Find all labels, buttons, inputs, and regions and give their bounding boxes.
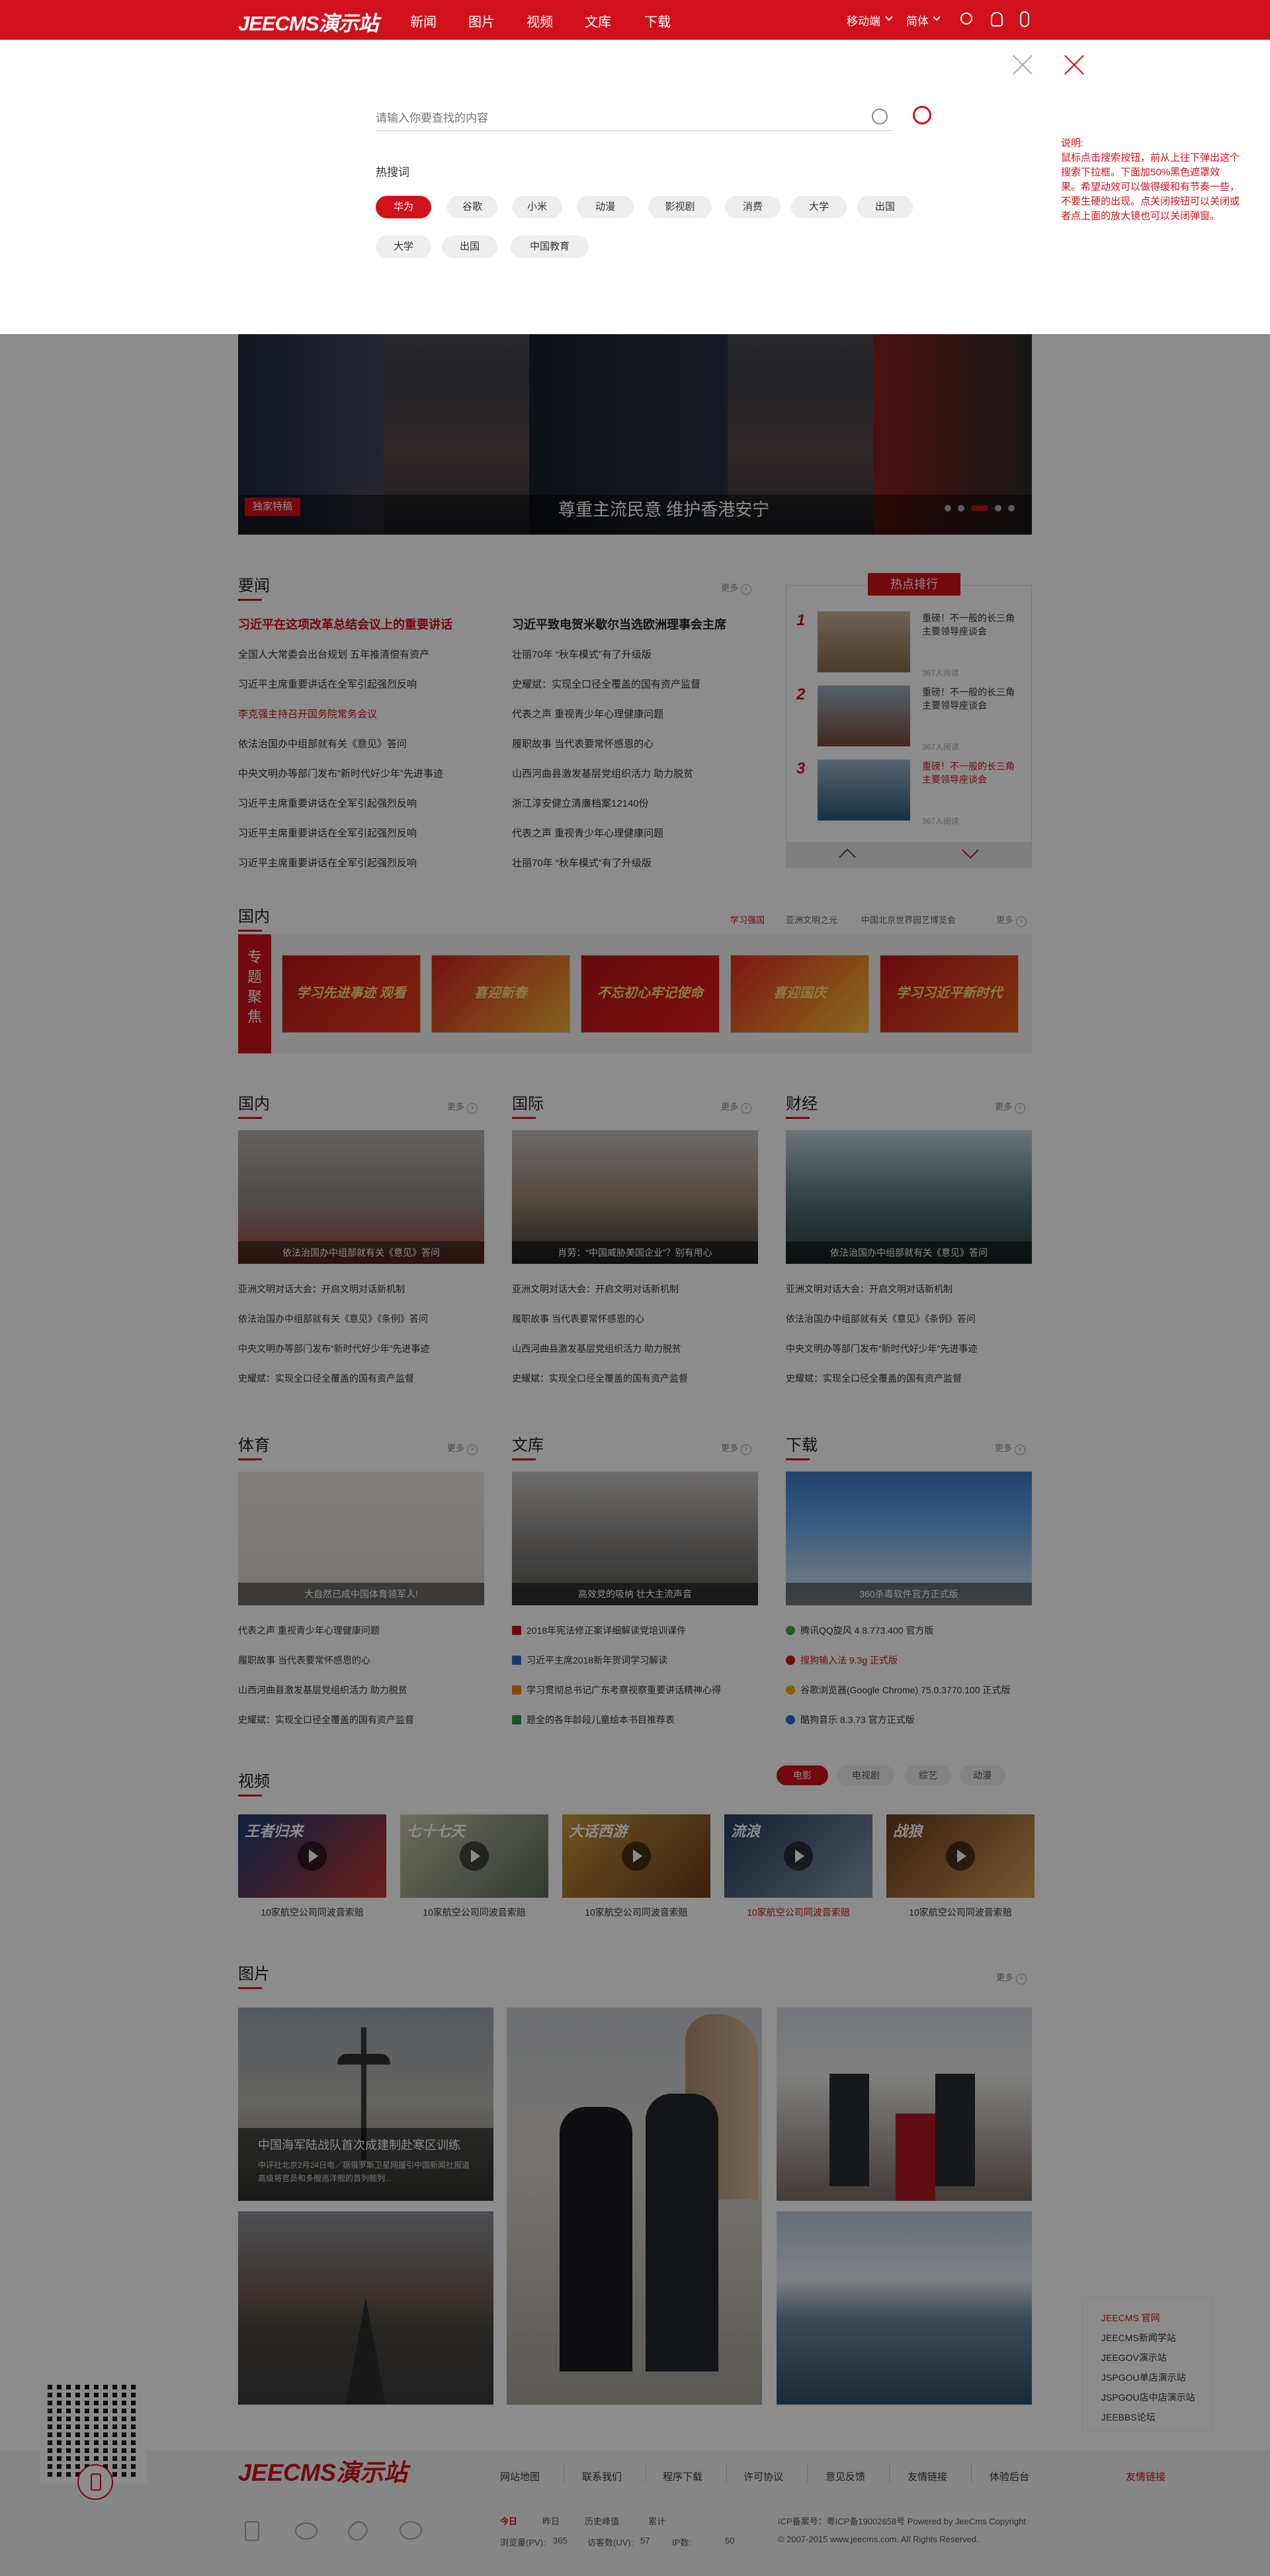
search-dropdown-panel: 说明: 鼠标点击搜索按钮，前从上往下弹出这个搜索下拉框。下面加50%黑色遮罩效果… xyxy=(0,40,1270,334)
hot-search-title: 热搜词 xyxy=(376,166,409,179)
nav-pics[interactable]: 图片 xyxy=(468,11,495,30)
user-icon[interactable] xyxy=(991,12,1003,26)
hot-tag[interactable]: 出国 xyxy=(857,196,913,218)
mobile-link[interactable]: 移动端 xyxy=(847,12,880,28)
search-box xyxy=(376,107,893,131)
close-icon-active[interactable] xyxy=(1061,52,1087,78)
hot-tag[interactable]: 消费 xyxy=(725,196,781,218)
language-select[interactable]: 简体 xyxy=(906,12,929,28)
hot-tag[interactable]: 大学 xyxy=(791,196,847,218)
top-navbar: JEECMS演示站 新闻 图片 视频 文库 下载 移动端 简体 xyxy=(0,0,1270,40)
close-icon[interactable] xyxy=(1009,52,1036,78)
chevron-down-icon xyxy=(933,13,941,21)
search-input[interactable] xyxy=(376,107,852,130)
chevron-down-icon xyxy=(885,13,893,21)
hot-tag[interactable]: 出国 xyxy=(442,236,497,258)
site-logo[interactable]: JEECMS演示站 xyxy=(238,7,378,36)
modal-mask[interactable] xyxy=(0,40,1270,2576)
hot-tag[interactable]: 小米 xyxy=(512,196,562,218)
hot-tag[interactable]: 华为 xyxy=(376,196,431,218)
hot-tag[interactable]: 中国教育 xyxy=(511,236,589,258)
search-icon[interactable] xyxy=(872,109,888,124)
nav-video[interactable]: 视频 xyxy=(527,11,553,30)
design-note: 说明: 鼠标点击搜索按钮，前从上往下弹出这个搜索下拉框。下面加50%黑色遮罩效果… xyxy=(1061,138,1240,222)
nav-download[interactable]: 下载 xyxy=(644,11,671,30)
search-icon[interactable] xyxy=(960,13,972,24)
hot-tag[interactable]: 谷歌 xyxy=(447,196,497,218)
hot-tag[interactable]: 动漫 xyxy=(577,196,634,218)
nav-news[interactable]: 新闻 xyxy=(410,11,437,30)
hot-tag[interactable]: 大学 xyxy=(376,236,431,258)
accessibility-icon[interactable] xyxy=(1020,11,1029,27)
search-submit-icon[interactable] xyxy=(913,106,931,124)
hot-tag[interactable]: 影视剧 xyxy=(648,196,712,218)
nav-library[interactable]: 文库 xyxy=(585,11,611,30)
